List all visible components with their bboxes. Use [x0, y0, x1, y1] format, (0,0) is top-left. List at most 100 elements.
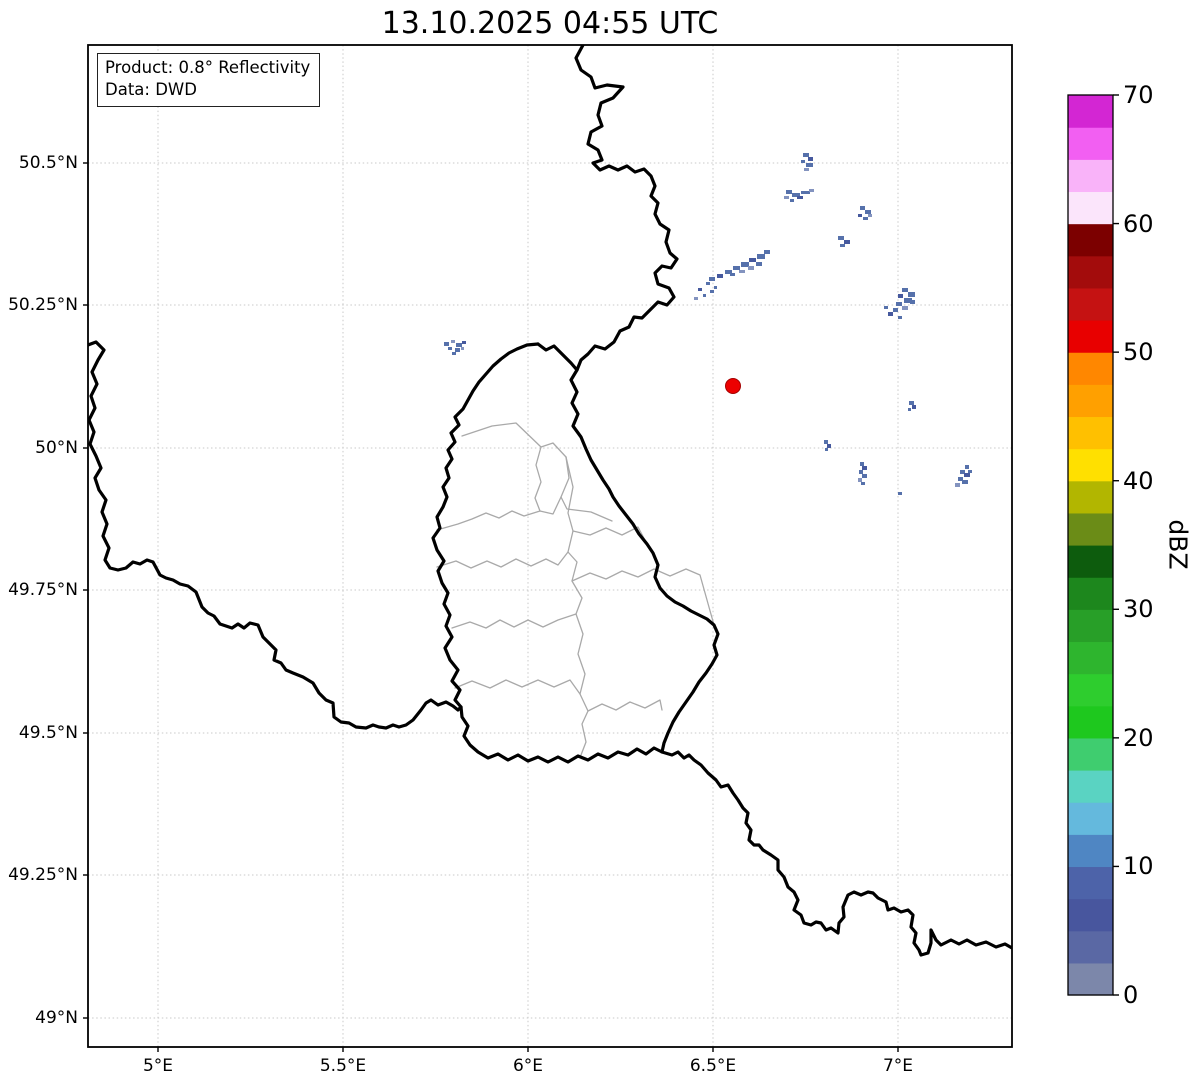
radar-echo-cell	[448, 347, 452, 350]
colorbar-segment	[1068, 481, 1113, 514]
colorbar-segment	[1068, 963, 1113, 996]
colorbar-segment	[1068, 449, 1113, 482]
radar-echo-cell	[862, 474, 867, 478]
colorbar-segment	[1068, 352, 1113, 385]
radar-echo-cell	[451, 340, 455, 343]
region-border	[535, 447, 541, 511]
radar-echo-cell	[462, 341, 466, 344]
radar-echo-cell	[808, 157, 813, 161]
radar-echo-cell	[784, 196, 789, 199]
colorbar-segment	[1068, 224, 1113, 257]
region-border	[566, 457, 588, 755]
radar-figure: 13.10.2025 04:55 UTC Product: 0.8° Refle…	[0, 0, 1202, 1081]
radar-echo-cell	[844, 240, 850, 244]
radar-echo-cell	[698, 288, 702, 291]
radar-echo-cell	[797, 196, 803, 199]
radar-echo-cell	[730, 273, 735, 276]
radar-echo-cell	[868, 214, 872, 217]
colorbar-tick-label: 20	[1123, 724, 1154, 752]
radar-echo-cell	[860, 462, 864, 466]
radar-echo-cell	[801, 191, 810, 194]
radar-echo-cell	[840, 244, 845, 247]
region-border	[588, 700, 662, 711]
y-tick-label: 49.25°N	[8, 865, 78, 885]
radar-echo-cell	[902, 288, 908, 292]
colorbar-segment	[1068, 899, 1113, 932]
colorbar-tick-label: 10	[1123, 852, 1154, 880]
colorbar-tick-label: 0	[1123, 981, 1138, 1009]
radar-echo-cell	[884, 306, 888, 309]
colorbar-segment	[1068, 931, 1113, 964]
radar-echo-cell	[757, 254, 765, 259]
colorbar-segment	[1068, 95, 1113, 128]
radar-site-marker	[726, 379, 741, 394]
radar-echo-cell	[955, 483, 960, 487]
radar-echo-cell	[898, 492, 902, 495]
radar-echo-cell	[461, 347, 464, 350]
radar-echo-cell	[965, 465, 969, 469]
radar-echo-cell	[898, 316, 902, 319]
radar-echo-cell	[786, 190, 792, 194]
colorbar-segment	[1068, 802, 1113, 835]
colorbar-segment	[1068, 738, 1113, 771]
colorbar-segment	[1068, 770, 1113, 803]
colorbar-axis-label: dBZ	[1164, 505, 1193, 585]
radar-echo-cell	[706, 282, 710, 285]
radar-echo-cell	[827, 444, 831, 448]
region-border	[455, 680, 580, 694]
radar-echo-cell	[748, 266, 754, 270]
radar-echo-cell	[452, 352, 456, 355]
y-tick-label: 50.5°N	[19, 153, 78, 173]
radar-echo-cell	[858, 478, 862, 482]
radar-echo-cell	[806, 163, 813, 167]
map-borders-group	[88, 45, 1012, 955]
country-border	[433, 344, 718, 762]
colorbar-segment	[1068, 706, 1113, 739]
x-tick-label: 6.5°E	[690, 1056, 736, 1076]
data-source-line: Data: DWD	[105, 79, 310, 101]
radar-echo-cell	[714, 286, 717, 289]
radar-echo-cell	[908, 408, 911, 411]
radar-echo-cell	[709, 277, 715, 281]
radar-echo-cell	[860, 206, 865, 210]
radar-echo-cell	[862, 466, 867, 470]
product-info-box: Product: 0.8° Reflectivity Data: DWD	[97, 53, 320, 107]
radar-echo-cell	[694, 297, 698, 300]
radar-echo-cell	[962, 480, 968, 484]
country-border	[662, 752, 1012, 955]
colorbar-segment	[1068, 641, 1113, 674]
y-tick-label: 49.75°N	[8, 580, 78, 600]
radar-echo-cell	[825, 448, 828, 451]
region-border	[572, 569, 714, 625]
radar-echo-cell	[456, 343, 462, 347]
colorbar-segment	[1068, 288, 1113, 321]
radar-echo-cell	[733, 266, 740, 270]
radar-echo-cell	[910, 300, 915, 304]
radar-echo-cell	[803, 153, 809, 157]
radar-echo-cell	[896, 302, 902, 306]
colorbar-segment	[1068, 834, 1113, 867]
radar-echo-cell	[861, 482, 865, 485]
radar-echo-cell	[749, 258, 756, 262]
x-tick-label: 5.5°E	[320, 1056, 366, 1076]
radar-echo-cell	[888, 312, 893, 316]
colorbar-segment	[1068, 191, 1113, 224]
radar-echo-cell	[912, 405, 916, 409]
radar-echo-cell	[756, 262, 762, 266]
radar-echo-cell	[764, 250, 770, 254]
colorbar-segment	[1068, 416, 1113, 449]
radar-echo-cell	[858, 214, 862, 217]
product-info-line: Product: 0.8° Reflectivity	[105, 57, 310, 79]
colorbar-segment	[1068, 320, 1113, 353]
plot-frame	[88, 45, 1012, 1047]
colorbar-segment	[1068, 384, 1113, 417]
radar-echo-cell	[859, 470, 863, 474]
radar-echo-cell	[902, 306, 908, 310]
radar-echo-cell	[893, 308, 898, 312]
radar-echo-cell	[838, 236, 844, 240]
radar-echo-cell	[824, 440, 828, 444]
radar-echo-cell	[908, 292, 915, 297]
colorbar-segment	[1068, 127, 1113, 160]
colorbar-segment	[1068, 256, 1113, 289]
colorbar-segment	[1068, 609, 1113, 642]
